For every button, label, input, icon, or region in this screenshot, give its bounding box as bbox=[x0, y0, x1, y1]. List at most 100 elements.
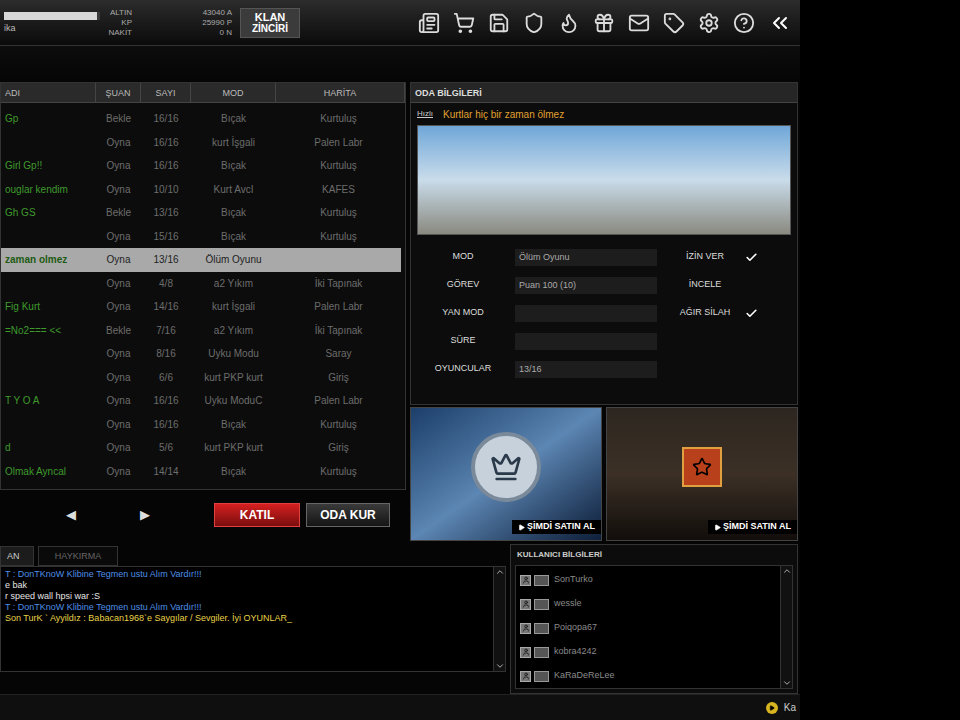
table-row[interactable]: zaman olmezOyna13/16Ölüm Oyunu bbox=[1, 248, 401, 272]
room-fields: MODÖlüm OyunuGÖREVPuan 100 (10)YAN MODSÜ… bbox=[411, 243, 665, 383]
table-row[interactable]: Oyna6/6kurt PKP kurtGiriş bbox=[1, 366, 401, 390]
gift-icon[interactable] bbox=[593, 12, 615, 34]
room-title: Kurtlar hiç bir zaman ölmez bbox=[443, 107, 564, 122]
table-row[interactable]: GpBekle16/16BıçakKurtuluş bbox=[1, 107, 401, 131]
buy-now-button[interactable]: ŞİMDİ SATIN AL bbox=[708, 520, 797, 534]
user-panel-header: KULLANICI BİLGİLERİ bbox=[511, 545, 797, 565]
user-panel: KULLANICI BİLGİLERİSonTurkowesslePoiqopa… bbox=[510, 544, 798, 694]
room-status: Oyna bbox=[96, 370, 141, 385]
field-row: GÖREVPuan 100 (10) bbox=[411, 271, 665, 299]
player-info: ika bbox=[0, 12, 102, 33]
inventory-icon[interactable] bbox=[488, 12, 510, 34]
tag-icon[interactable] bbox=[663, 12, 685, 34]
column-header[interactable]: ŞUAN bbox=[96, 83, 141, 102]
table-row[interactable]: Oyna4/8a2 Yıkımİki Tapınak bbox=[1, 272, 401, 296]
user-list: SonTurkowesslePoiqopa67kobra4242KaRaDeRe… bbox=[515, 565, 793, 689]
user-item[interactable]: Poiqopa67 bbox=[520, 616, 780, 640]
column-header[interactable]: SAYI bbox=[141, 83, 191, 102]
table-row[interactable]: Girl Gp!!Oyna16/16BıçakKurtuluş bbox=[1, 154, 401, 178]
buy-now-button[interactable]: ŞİMDİ SATIN AL bbox=[512, 520, 601, 534]
room-status: Bekle bbox=[96, 111, 141, 126]
prev-page-button[interactable]: ◀ bbox=[66, 505, 76, 525]
scroll-down-icon[interactable] bbox=[495, 661, 505, 671]
room-mode: Bıçak bbox=[191, 417, 276, 432]
room-status: Oyna bbox=[96, 182, 141, 197]
currency-label: ALTIN bbox=[102, 8, 132, 18]
flame-icon[interactable] bbox=[558, 12, 580, 34]
room-name: T Y O A bbox=[1, 393, 96, 408]
chat-tab[interactable]: HAYKIRMA bbox=[38, 546, 118, 566]
room-info-header: ODA BİLGİLERİ bbox=[411, 83, 797, 103]
buy-now-label: ŞİMDİ SATIN AL bbox=[723, 520, 791, 534]
room-list-controls: ◀ ▶ KATILODA KUR bbox=[0, 490, 406, 536]
join-button[interactable]: KATIL bbox=[214, 503, 300, 527]
chat-message: T : DonTKnoW Klibine Tegmen ustu Alım Va… bbox=[5, 569, 493, 580]
cart-icon[interactable] bbox=[453, 12, 475, 34]
table-row[interactable]: Fig KurtOyna14/16kurt İşgaliPalen Labr bbox=[1, 295, 401, 319]
clan-logo[interactable]: KLANZİNCİRİ bbox=[240, 8, 300, 38]
table-row[interactable]: =No2=== <<Bekle7/16a2 Yıkımİki Tapınak bbox=[1, 319, 401, 343]
room-status: Oyna bbox=[96, 135, 141, 150]
table-row[interactable]: Oyna16/16kurt İşgaliPalen Labr bbox=[1, 131, 401, 155]
chat-tab[interactable]: AN bbox=[0, 546, 34, 566]
user-item[interactable]: KaRaDeReLee bbox=[520, 664, 780, 688]
rank-icon bbox=[520, 671, 531, 682]
status-icon bbox=[534, 599, 549, 610]
news-icon[interactable] bbox=[418, 12, 440, 34]
room-details: MODÖlüm OyunuGÖREVPuan 100 (10)YAN MODSÜ… bbox=[411, 243, 797, 383]
arrow-icon bbox=[518, 524, 525, 531]
collapse-icon[interactable] bbox=[768, 11, 792, 35]
scrollbar[interactable] bbox=[493, 567, 505, 671]
scroll-up-icon[interactable] bbox=[782, 566, 792, 576]
gear-icon[interactable] bbox=[698, 12, 720, 34]
option-row: İZİN VER bbox=[665, 243, 775, 271]
user-item[interactable]: kobra4242 bbox=[520, 640, 780, 664]
badge-emblem bbox=[471, 432, 541, 502]
rank-icon bbox=[520, 623, 531, 634]
table-row[interactable]: Olmak AyncalOyna14/14BıçakKurtuluş bbox=[1, 460, 401, 484]
user-item[interactable]: SonTurko bbox=[520, 568, 780, 592]
room-count: 10/10 bbox=[141, 182, 191, 197]
room-buttons: KATILODA KUR bbox=[214, 503, 406, 527]
room-status: Oyna bbox=[96, 346, 141, 361]
room-list-panel: ADIŞUANSAYIMODHARİTA GpBekle16/16BıçakKur… bbox=[0, 82, 406, 490]
column-header[interactable]: ADI bbox=[1, 83, 96, 102]
room-name: ouglar kendim bbox=[1, 182, 96, 197]
room-map: Kurtuluş bbox=[276, 417, 401, 432]
field-value: Puan 100 (10) bbox=[515, 277, 657, 294]
scroll-up-icon[interactable] bbox=[495, 567, 505, 577]
table-row[interactable]: T Y O AOyna16/16Uyku ModuCPalen Labr bbox=[1, 389, 401, 413]
rank-icon bbox=[520, 575, 531, 586]
room-count: 6/6 bbox=[141, 370, 191, 385]
column-header[interactable]: MOD bbox=[191, 83, 276, 102]
ad-card[interactable]: ŞİMDİ SATIN AL bbox=[410, 407, 602, 541]
field-label: SÜRE bbox=[411, 334, 515, 348]
table-row[interactable]: Oyna15/16BıçakKurtuluş bbox=[1, 225, 401, 249]
table-row[interactable]: Gh GSBekle13/16BıçakKurtuluş bbox=[1, 201, 401, 225]
wolf-icon[interactable] bbox=[523, 12, 545, 34]
map-preview bbox=[417, 125, 791, 235]
create-room-button[interactable]: ODA KUR bbox=[306, 503, 390, 527]
room-status: Oyna bbox=[96, 252, 141, 267]
scroll-down-icon[interactable] bbox=[782, 678, 792, 688]
currency-value: 43040 A bbox=[132, 8, 232, 18]
scrollbar[interactable] bbox=[780, 566, 792, 688]
table-row[interactable]: ouglar kendimOyna10/10Kurt AvcIKAFES bbox=[1, 178, 401, 202]
user-item[interactable]: wessle bbox=[520, 592, 780, 616]
option-label: İZİN VER bbox=[665, 250, 745, 264]
column-header[interactable]: HARİTA bbox=[276, 83, 405, 102]
chat-message: e bak bbox=[5, 580, 493, 591]
table-row[interactable]: dOyna5/6kurt PKP kurtGiriş bbox=[1, 436, 401, 460]
room-status: Bekle bbox=[96, 323, 141, 338]
room-mode: Bıçak bbox=[191, 464, 276, 479]
next-page-button[interactable]: ▶ bbox=[140, 505, 150, 525]
mail-icon[interactable] bbox=[628, 12, 650, 34]
table-row[interactable]: Oyna16/16BıçakKurtuluş bbox=[1, 413, 401, 437]
room-map: Saray bbox=[276, 346, 401, 361]
ad-card[interactable]: ŞİMDİ SATIN AL bbox=[606, 407, 798, 541]
help-icon[interactable] bbox=[733, 12, 755, 34]
currency-label: KP bbox=[102, 18, 132, 28]
currency-row: NAKİT0 N bbox=[102, 28, 232, 38]
play-icon[interactable] bbox=[766, 702, 778, 714]
table-row[interactable]: Oyna8/16Uyku ModuSaray bbox=[1, 342, 401, 366]
